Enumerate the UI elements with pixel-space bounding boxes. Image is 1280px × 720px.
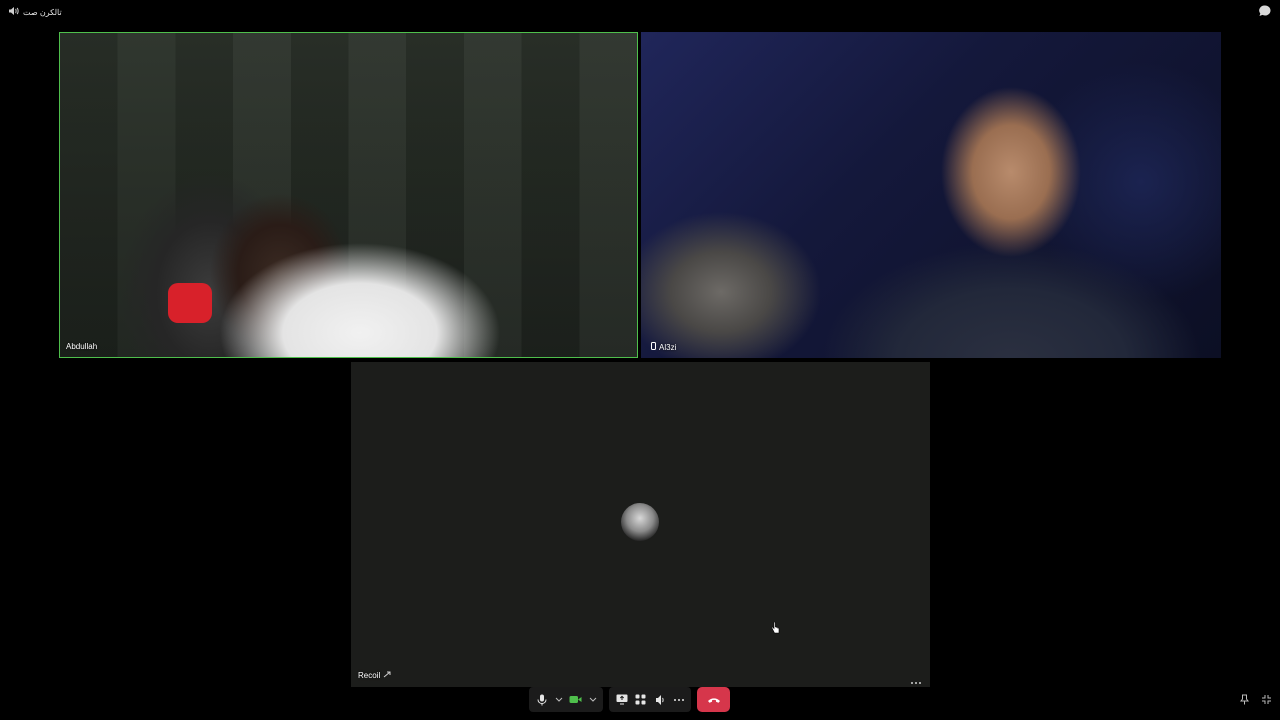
participant-name-tag: Recoil xyxy=(358,671,391,680)
video-tile-abdullah[interactable]: Abdullah xyxy=(59,32,638,358)
activities-button[interactable] xyxy=(632,687,649,712)
mic-camera-group xyxy=(529,687,603,712)
microphone-foam xyxy=(168,283,212,323)
chevron-down-icon xyxy=(589,697,596,702)
participant-name: Al3zi xyxy=(659,342,677,352)
video-tile-al3zi[interactable]: Al3zi xyxy=(641,32,1221,358)
disconnect-button[interactable] xyxy=(697,687,730,712)
channel-name: تالكرن صت xyxy=(23,7,62,17)
screen-share-icon xyxy=(616,694,627,705)
audio-options-button[interactable] xyxy=(552,687,565,712)
exit-fullscreen-button[interactable] xyxy=(1260,693,1272,705)
exit-fullscreen-icon xyxy=(1261,694,1271,704)
soundboard-icon xyxy=(655,694,664,705)
participant-name: Abdullah xyxy=(66,342,98,351)
channel-header: تالكرن صت xyxy=(8,5,62,19)
participant-name: Recoil xyxy=(358,671,381,680)
more-icon xyxy=(673,698,684,701)
avatar xyxy=(621,503,659,541)
camera-button[interactable] xyxy=(567,687,584,712)
more-icon xyxy=(911,682,921,684)
pin-icon xyxy=(1239,694,1249,704)
chevron-down-icon xyxy=(555,697,562,702)
video-camera-icon xyxy=(569,696,582,703)
video-options-button[interactable] xyxy=(586,687,599,712)
mobile-device-icon xyxy=(651,342,656,352)
pin-button[interactable] xyxy=(1238,693,1250,705)
activity-group xyxy=(609,687,691,712)
mute-button[interactable] xyxy=(533,687,550,712)
hang-up-icon xyxy=(707,697,720,703)
screen-share-icon xyxy=(383,671,391,680)
hand-cursor-icon xyxy=(771,621,780,635)
call-controls xyxy=(529,687,730,712)
soundboard-button[interactable] xyxy=(651,687,668,712)
more-options-button[interactable] xyxy=(670,687,687,712)
chat-bubble-icon xyxy=(1259,5,1271,16)
voice-channel-icon xyxy=(8,3,19,21)
tile-more-options-button[interactable] xyxy=(910,673,922,684)
participant-name-tag: Abdullah xyxy=(66,342,97,351)
video-tile-recoil[interactable]: Recoil xyxy=(351,362,930,687)
activities-icon xyxy=(635,694,646,705)
share-screen-button[interactable] xyxy=(613,687,630,712)
participant-name-tag: Al3zi xyxy=(651,342,676,352)
chat-button[interactable] xyxy=(1258,4,1272,18)
microphone-icon xyxy=(537,694,546,705)
